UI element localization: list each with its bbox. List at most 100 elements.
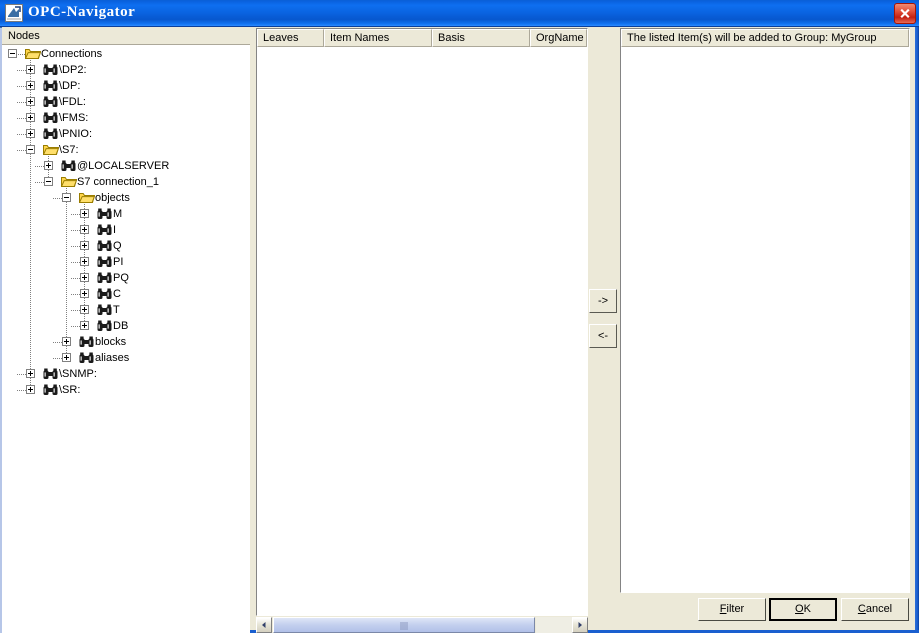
column-header-label: OrgName [536,32,584,44]
filter-button[interactable]: Filter [698,598,766,621]
leaves-list-body[interactable] [257,47,587,615]
tree-node-label: \SR: [59,384,81,396]
expand-icon[interactable] [26,369,35,378]
tree-node-label: aliases [95,352,130,364]
collapse-icon[interactable] [26,145,35,154]
leaves-list-horizontal-scrollbar[interactable] [256,617,588,633]
expand-icon[interactable] [26,385,35,394]
column-header-basis[interactable]: Basis [432,29,530,47]
tree-node-label: \FDL: [59,96,86,108]
tree-node-q[interactable]: Q [2,238,250,254]
tree-node-label: @LOCALSERVER [77,160,170,172]
scrollbar-track[interactable] [536,617,572,633]
binoculars-icon [43,384,58,401]
tree-node-label: Q [113,240,122,252]
opc-navigator-window: OPC-Navigator Nodes Connections \DP2: \DP:… [0,0,919,633]
tree-node-db[interactable]: DB [2,318,250,334]
expand-icon[interactable] [26,113,35,122]
ok-button[interactable]: OK [769,598,837,621]
collapse-icon[interactable] [8,49,17,58]
scroll-right-icon[interactable] [572,617,588,633]
tree-node-label: PQ [113,272,129,284]
column-header-leaves[interactable]: Leaves [257,29,324,47]
leaves-list-panel: Leaves Item Names Basis OrgName [256,28,588,616]
tree-node-sr[interactable]: \SR: [2,382,250,398]
scrollbar-thumb[interactable] [273,617,535,633]
expand-icon[interactable] [26,81,35,90]
expand-icon[interactable] [26,129,35,138]
opc-navigator-icon [5,4,23,22]
column-header-label: Item Names [330,32,390,44]
expand-icon[interactable] [80,225,89,234]
window-titlebar: OPC-Navigator [0,0,919,27]
tree-node-dp2[interactable]: \DP2: [2,62,250,78]
close-icon[interactable] [894,3,916,24]
window-frame-right [915,27,919,633]
tree-node-label: Connections [41,48,103,60]
expand-icon[interactable] [26,65,35,74]
tree-node-label: M [113,208,123,220]
tree-node-pnio[interactable]: \PNIO: [2,126,250,142]
tree-node-label: \SNMP: [59,368,97,380]
tree-node-label: C [113,288,121,300]
remove-items-button[interactable]: <- [589,324,617,348]
nodes-column-header: Nodes [2,28,250,45]
tree-node-pi[interactable]: PI [2,254,250,270]
expand-icon[interactable] [44,161,53,170]
tree-node-label: T [113,304,120,316]
tree-node-localserver[interactable]: @LOCALSERVER [2,158,250,174]
tree-node-m[interactable]: M [2,206,250,222]
group-target-label: The listed Item(s) will be added to Grou… [621,29,909,47]
tree-node-c[interactable]: C [2,286,250,302]
tree-node-pq[interactable]: PQ [2,270,250,286]
tree-node-s7-connection-1[interactable]: S7 connection_1 [2,174,250,190]
expand-icon[interactable] [80,273,89,282]
tree-node-fms[interactable]: \FMS: [2,110,250,126]
tree-node-dp[interactable]: \DP: [2,78,250,94]
expand-icon[interactable] [80,241,89,250]
scrollbar-grip-icon [400,622,408,630]
leaves-list-header: Leaves Item Names Basis OrgName [257,29,587,47]
tree-node-label: blocks [95,336,127,348]
expand-icon[interactable] [80,289,89,298]
scroll-left-icon[interactable] [256,617,272,633]
tree-node-label: S7 connection_1 [77,176,159,188]
tree-node-objects[interactable]: objects [2,190,250,206]
tree-node-label: \FMS: [59,112,89,124]
tree-node-t[interactable]: T [2,302,250,318]
collapse-icon[interactable] [62,193,71,202]
expand-icon[interactable] [62,337,71,346]
collapse-icon[interactable] [44,177,53,186]
tree-node-fdl[interactable]: \FDL: [2,94,250,110]
column-header-orgname[interactable]: OrgName [530,29,587,47]
tree-node-label: DB [113,320,129,332]
tree-node-snmp[interactable]: \SNMP: [2,366,250,382]
filter-button-post: ilter [726,603,745,615]
expand-icon[interactable] [80,257,89,266]
tree-node-label: \DP2: [59,64,87,76]
tree-node-label: \PNIO: [59,128,93,140]
column-header-label: Leaves [263,32,299,44]
selected-items-list[interactable] [621,48,909,592]
selected-items-panel: The listed Item(s) will be added to Grou… [620,28,910,593]
column-header-item-names[interactable]: Item Names [324,29,432,47]
expand-icon[interactable] [26,97,35,106]
tree-node-connections[interactable]: Connections [2,46,250,62]
expand-icon[interactable] [80,321,89,330]
tree-node-i[interactable]: I [2,222,250,238]
expand-icon[interactable] [80,305,89,314]
expand-icon[interactable] [80,209,89,218]
tree-node-label: objects [95,192,130,204]
cancel-button[interactable]: Cancel [841,598,909,621]
ok-button-mnemonic: O [795,603,804,615]
ok-button-post: K [803,603,811,615]
tree-node-s7[interactable]: \S7: [2,142,250,158]
tree-node-label: I [113,224,117,236]
tree-node-aliases[interactable]: aliases [2,350,250,366]
tree-node-blocks[interactable]: blocks [2,334,250,350]
expand-icon[interactable] [62,353,71,362]
nodes-tree[interactable]: Connections \DP2: \DP: \FDL: \FMS: \PNIO: \S7:… [2,46,250,632]
cancel-button-post: ancel [865,603,893,615]
add-items-button[interactable]: -> [589,289,617,313]
tree-node-label: \DP: [59,80,81,92]
